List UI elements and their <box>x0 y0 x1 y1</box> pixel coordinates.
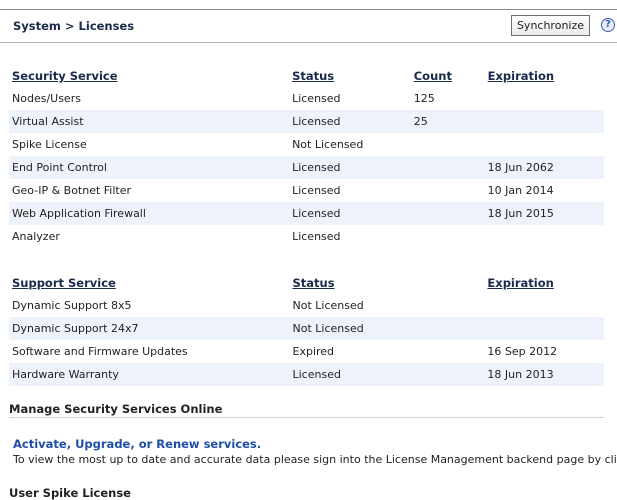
service-name: Geo-IP & Botnet Filter <box>12 184 132 197</box>
column-header-status[interactable]: Status <box>290 272 412 294</box>
page-header: System > Licenses Synchronize ? <box>0 10 617 42</box>
table-row: Dynamic Support 24x7 Not Licensed <box>9 317 604 340</box>
table-row: End Point Control Licensed 18 Jun 2062 <box>9 156 604 179</box>
service-name: Software and Firmware Updates <box>12 345 188 358</box>
service-expiration: 18 Jun 2013 <box>484 363 604 386</box>
table-row: Nodes/Users Licensed 125 <box>9 87 604 110</box>
service-name: Web Application Firewall <box>9 202 290 225</box>
service-status: Not Licensed <box>292 299 364 312</box>
service-name: Spike License <box>12 138 87 151</box>
service-count <box>411 340 484 363</box>
table-row: Spike License Not Licensed <box>9 133 604 156</box>
table-header-row: Security Service Status Count Expiration <box>9 65 604 87</box>
service-status: Licensed <box>289 202 411 225</box>
service-name: Nodes/Users <box>12 92 81 105</box>
help-icon[interactable]: ? <box>601 18 615 32</box>
manage-services-heading: Manage Security Services Online <box>9 402 223 416</box>
license-info-text: To view the most up to date and accurate… <box>13 453 617 466</box>
service-name: End Point Control <box>9 156 290 179</box>
service-expiration: 18 Jun 2015 <box>484 202 604 225</box>
service-status: Not Licensed <box>289 317 412 340</box>
service-expiration: 16 Sep 2012 <box>487 345 558 358</box>
service-count <box>411 133 485 156</box>
service-name: Dynamic Support 24x7 <box>9 317 290 340</box>
service-expiration <box>484 294 604 317</box>
service-expiration <box>484 317 604 340</box>
service-name: Dynamic Support 8x5 <box>12 299 132 312</box>
table-row: Virtual Assist Licensed 25 <box>9 110 604 133</box>
service-count <box>410 202 485 225</box>
column-header-expiration[interactable]: Expiration <box>484 272 604 294</box>
section-divider <box>9 417 604 418</box>
service-expiration <box>485 225 604 248</box>
service-status: Licensed <box>289 156 411 179</box>
service-name: Hardware Warranty <box>9 363 290 386</box>
column-header-expiration[interactable]: Expiration <box>485 65 604 87</box>
service-status: Expired <box>292 345 335 358</box>
table-row: Hardware Warranty Licensed 18 Jun 2013 <box>9 363 604 386</box>
activate-upgrade-renew-link[interactable]: Activate, Upgrade, or Renew services. <box>13 437 261 451</box>
service-count <box>411 179 485 202</box>
table-row: Web Application Firewall Licensed 18 Jun… <box>9 202 604 225</box>
column-header-blank[interactable] <box>411 272 484 294</box>
service-status: Not Licensed <box>292 138 364 151</box>
table-row: Software and Firmware Updates Expired 16… <box>9 340 604 363</box>
service-count <box>411 294 484 317</box>
table-header-row: Support Service Status Expiration <box>9 272 604 294</box>
service-count: 125 <box>413 92 435 105</box>
column-header-count[interactable]: Count <box>411 65 485 87</box>
service-expiration <box>485 133 604 156</box>
column-header-service[interactable]: Security Service <box>9 65 289 87</box>
table-row: Analyzer Licensed <box>9 225 604 248</box>
service-count <box>411 363 485 386</box>
service-name: Analyzer <box>12 230 60 243</box>
service-count <box>411 317 485 340</box>
user-spike-license-heading: User Spike License <box>9 486 131 500</box>
service-count <box>410 156 485 179</box>
security-services-table: Security Service Status Count Expiration… <box>9 65 604 248</box>
synchronize-button[interactable]: Synchronize <box>511 15 590 36</box>
service-status: Licensed <box>289 110 411 133</box>
service-name: Virtual Assist <box>9 110 290 133</box>
service-status: Licensed <box>292 92 341 105</box>
table-row: Dynamic Support 8x5 Not Licensed <box>9 294 604 317</box>
service-status: Licensed <box>289 363 412 386</box>
service-expiration <box>485 87 604 110</box>
column-header-service[interactable]: Support Service <box>9 272 290 294</box>
service-expiration <box>484 110 604 133</box>
header-divider <box>0 42 617 43</box>
service-status: Licensed <box>292 184 341 197</box>
table-row: Geo-IP & Botnet Filter Licensed 10 Jan 2… <box>9 179 604 202</box>
service-status: Licensed <box>292 230 341 243</box>
service-count: 25 <box>410 110 485 133</box>
column-header-status[interactable]: Status <box>289 65 411 87</box>
service-expiration: 10 Jan 2014 <box>487 184 554 197</box>
breadcrumb: System > Licenses <box>13 19 135 33</box>
service-expiration: 18 Jun 2062 <box>484 156 604 179</box>
service-count <box>411 225 485 248</box>
support-services-table: Support Service Status Expiration Dynami… <box>9 272 604 386</box>
